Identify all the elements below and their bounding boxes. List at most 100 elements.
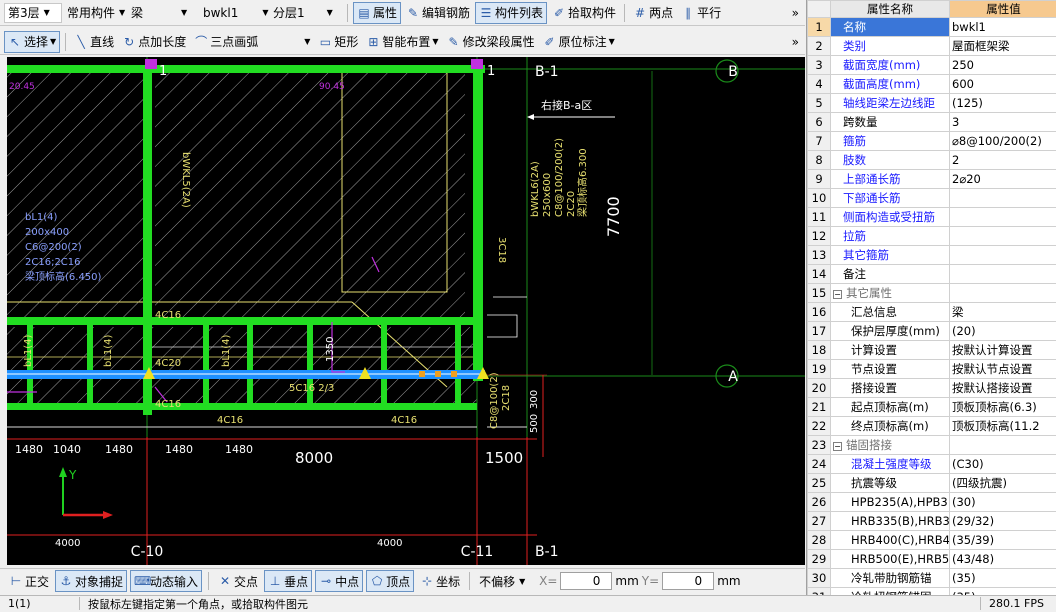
component-list-button[interactable]: ☰构件列表 xyxy=(475,2,547,24)
property-row[interactable]: 14备注 xyxy=(808,265,1056,284)
property-row[interactable]: 4截面高度(mm)600 xyxy=(808,75,1056,94)
property-value[interactable]: bwkl1 xyxy=(950,18,1056,37)
property-row[interactable]: 7箍筋⌀8@100/200(2) xyxy=(808,132,1056,151)
pick-component-button[interactable]: ✐拾取构件 xyxy=(549,2,619,24)
rectangle-button[interactable]: ▭矩形 xyxy=(315,31,361,53)
property-row[interactable]: 2类别屋面框架梁 xyxy=(808,37,1056,56)
property-value[interactable]: (35) xyxy=(950,569,1056,588)
property-row[interactable]: 22终点顶标高(m)顶板顶标高(11.2 xyxy=(808,417,1056,436)
beam-grip[interactable] xyxy=(435,371,441,377)
property-row[interactable]: 1名称bwkl1 xyxy=(808,18,1056,37)
beam-mid[interactable] xyxy=(7,317,477,325)
property-value[interactable] xyxy=(950,208,1056,227)
collapse-icon[interactable]: − xyxy=(833,442,842,451)
property-row[interactable]: 27HRB335(B),HRB3(29/32) xyxy=(808,512,1056,531)
property-value[interactable]: (30) xyxy=(950,493,1056,512)
element-type-select[interactable]: 梁▼ xyxy=(128,3,198,23)
parallel-button[interactable]: ∥平行 xyxy=(678,2,724,24)
perpendicular-button[interactable]: ⊥垂点 xyxy=(264,570,312,592)
midpoint-button[interactable]: ⊸中点 xyxy=(315,570,363,592)
two-points-button[interactable]: #两点 xyxy=(630,2,676,24)
property-row[interactable]: 20搭接设置按默认搭接设置 xyxy=(808,379,1056,398)
property-row[interactable]: 18计算设置按默认计算设置 xyxy=(808,341,1056,360)
vertex-button[interactable]: ⬠顶点 xyxy=(366,570,414,592)
beam-grip[interactable] xyxy=(451,371,457,377)
select-button[interactable]: ↖选择▼ xyxy=(4,31,60,53)
property-value[interactable]: (43/48) xyxy=(950,550,1056,569)
property-value[interactable]: 按默认计算设置 xyxy=(950,341,1056,360)
beam-secondary[interactable] xyxy=(455,319,461,409)
collapse-icon[interactable]: − xyxy=(833,290,842,299)
property-row[interactable]: 10下部通长筋 xyxy=(808,189,1056,208)
three-point-arc-button[interactable]: ⌒三点画弧▼ xyxy=(191,31,313,53)
property-row[interactable]: 6跨数量3 xyxy=(808,113,1056,132)
property-value[interactable] xyxy=(950,246,1056,265)
property-value[interactable]: (125) xyxy=(950,94,1056,113)
beam-c11[interactable] xyxy=(473,65,483,381)
property-value[interactable]: 250 xyxy=(950,56,1056,75)
property-value[interactable]: 2 xyxy=(950,151,1056,170)
toolbar-overflow-icon[interactable]: » xyxy=(792,6,805,20)
property-row[interactable]: 25抗震等级(四级抗震) xyxy=(808,474,1056,493)
property-value[interactable] xyxy=(950,227,1056,246)
line-button[interactable]: ╲直线 xyxy=(71,31,117,53)
property-value[interactable]: ⌀8@100/200(2) xyxy=(950,132,1056,151)
property-row[interactable]: 23−锚固搭接 xyxy=(808,436,1056,455)
beam-secondary[interactable] xyxy=(87,319,93,409)
floor-select[interactable]: 第3层▼ xyxy=(4,3,62,23)
property-row[interactable]: 15−其它属性 xyxy=(808,284,1056,303)
beam-top[interactable] xyxy=(7,65,485,73)
property-value[interactable]: 屋面框架梁 xyxy=(950,37,1056,56)
property-row[interactable]: 16汇总信息梁 xyxy=(808,303,1056,322)
property-value[interactable]: (29/32) xyxy=(950,512,1056,531)
beam-grip[interactable] xyxy=(419,371,425,377)
y-coordinate-input[interactable]: 0 xyxy=(662,572,714,590)
property-row[interactable]: 12拉筋 xyxy=(808,227,1056,246)
property-value[interactable]: 3 xyxy=(950,113,1056,132)
property-row[interactable]: 29HRB500(E),HRB5(43/48) xyxy=(808,550,1056,569)
object-snap-button[interactable]: ⚓对象捕捉 xyxy=(55,570,127,592)
property-value[interactable]: (C30) xyxy=(950,455,1056,474)
offset-select[interactable]: 不偏移▼ xyxy=(476,571,536,591)
property-row[interactable]: 3截面宽度(mm)250 xyxy=(808,56,1056,75)
smart-layout-button[interactable]: ⊞智能布置▼ xyxy=(363,31,441,53)
dynamic-input-button[interactable]: ⌨动态输入 xyxy=(130,570,202,592)
properties-button[interactable]: ▤属性 xyxy=(353,2,401,24)
modify-beam-props-button[interactable]: ✎修改梁段属性 xyxy=(444,31,538,53)
drawing-canvas[interactable]: Y B A B-1 B-1 C-10 C-11 1480 1040 1480 1… xyxy=(7,57,805,565)
property-value[interactable]: 按默认搭接设置 xyxy=(950,379,1056,398)
property-value[interactable] xyxy=(950,265,1056,284)
beam-secondary[interactable] xyxy=(247,319,253,409)
property-row[interactable]: 8肢数2 xyxy=(808,151,1056,170)
property-value[interactable]: 顶板顶标高(11.2 xyxy=(950,417,1056,436)
property-value[interactable] xyxy=(950,436,1056,455)
beam-secondary[interactable] xyxy=(307,319,313,409)
cad-drawing[interactable]: Y B A B-1 B-1 C-10 C-11 1480 1040 1480 1… xyxy=(7,57,805,565)
property-value[interactable] xyxy=(950,189,1056,208)
property-row[interactable]: 28HRB400(C),HRB4(35/39) xyxy=(808,531,1056,550)
element-name-select[interactable]: bwkl1▼ xyxy=(200,3,268,23)
point-length-button[interactable]: ↻点加长度 xyxy=(119,31,189,53)
property-value[interactable]: 梁 xyxy=(950,303,1056,322)
property-value[interactable]: (20) xyxy=(950,322,1056,341)
property-value[interactable]: (四级抗震) xyxy=(950,474,1056,493)
property-row[interactable]: 5轴线距梁左边线距(125) xyxy=(808,94,1056,113)
property-row[interactable]: 26HPB235(A),HPB3(30) xyxy=(808,493,1056,512)
intersection-button[interactable]: ✕交点 xyxy=(215,570,261,592)
property-row[interactable]: 30冷轧带肋钢筋锚(35) xyxy=(808,569,1056,588)
x-coordinate-input[interactable]: 0 xyxy=(560,572,612,590)
property-row[interactable]: 31冷轧扭钢筋锚固(35) xyxy=(808,588,1056,596)
property-value[interactable]: (35) xyxy=(950,588,1056,596)
property-value[interactable]: 按默认节点设置 xyxy=(950,360,1056,379)
toolbar-overflow-icon[interactable]: » xyxy=(792,35,805,49)
coordinate-button[interactable]: ⊹坐标 xyxy=(417,570,463,592)
layer-select[interactable]: 分层1▼ xyxy=(270,3,342,23)
edit-rebar-button[interactable]: ✎编辑钢筋 xyxy=(403,2,473,24)
beam-secondary[interactable] xyxy=(203,319,209,409)
beam-bottom[interactable] xyxy=(7,403,477,410)
property-value[interactable]: 600 xyxy=(950,75,1056,94)
property-value[interactable]: (35/39) xyxy=(950,531,1056,550)
ortho-button[interactable]: ⊢正交 xyxy=(6,570,52,592)
property-row[interactable]: 21起点顶标高(m)顶板顶标高(6.3) xyxy=(808,398,1056,417)
property-row[interactable]: 24混凝土强度等级(C30) xyxy=(808,455,1056,474)
